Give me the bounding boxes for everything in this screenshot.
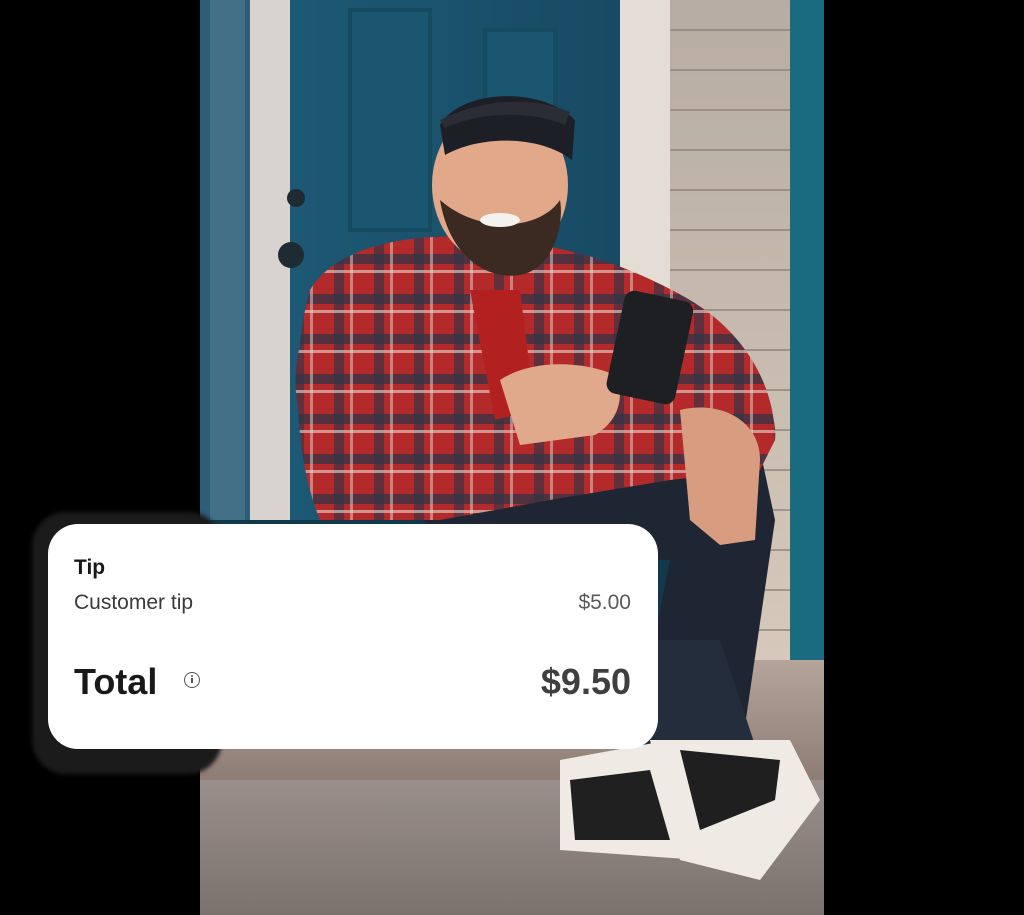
customer-tip-amount: $5.00 bbox=[578, 591, 631, 614]
customer-tip-label: Customer tip bbox=[74, 591, 194, 614]
tip-section-title: Tip bbox=[74, 556, 106, 579]
stage: Tip Customer tip $5.00 Total $9.50 bbox=[0, 0, 1024, 915]
hero-photo bbox=[200, 0, 824, 915]
hero-photo-illustration bbox=[200, 0, 824, 915]
total-amount: $9.50 bbox=[540, 661, 631, 702]
total-label: Total bbox=[74, 661, 158, 702]
tip-summary-card: Tip Customer tip $5.00 Total $9.50 bbox=[48, 524, 658, 749]
info-icon[interactable] bbox=[184, 672, 200, 688]
